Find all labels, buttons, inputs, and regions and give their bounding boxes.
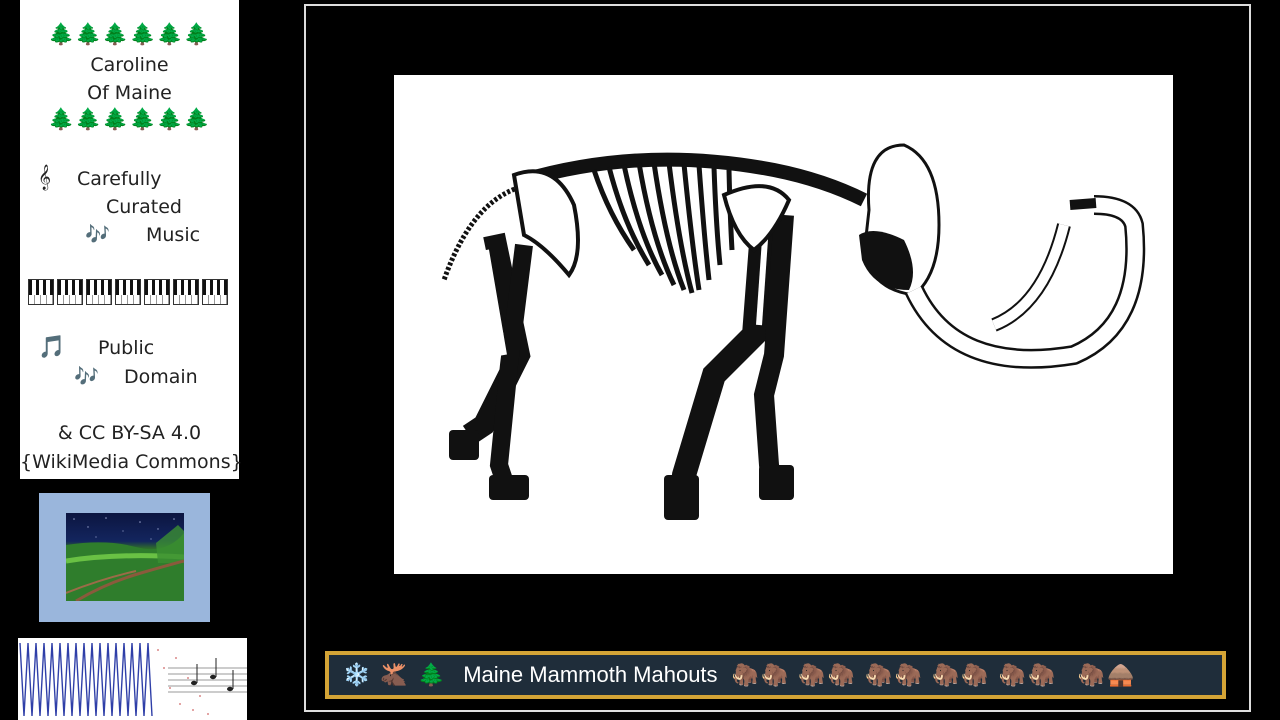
mammoth-icon: 🦣 (865, 662, 893, 688)
tree-icon: 🌲 (417, 662, 446, 688)
landscape-thumbnail-frame (39, 493, 210, 622)
mammoth-icon: 🦣 (760, 662, 789, 688)
curated-text-1: Carefully (77, 168, 162, 190)
license-text-4: {WikiMedia Commons} (20, 451, 243, 473)
curated-text-2: Curated (106, 196, 182, 218)
mammoth-icon: 🦣 (1028, 662, 1056, 688)
mammoth-skeleton-illustration (394, 75, 1173, 574)
music-notes-icon-2: 🎶 (74, 364, 99, 388)
mammoth-icon: 🦣 (798, 662, 826, 688)
channel-name-line1: Caroline (90, 54, 169, 76)
piano-keys-decoration (28, 279, 234, 305)
title-banner: ❄️ 🫎 🌲 Maine Mammoth Mahouts 🦣 🦣 🦣 🦣 🦣 🦣 🦣 🦣 🦣 🦣 … (325, 651, 1226, 699)
mammoth-icon: 🦣 (961, 662, 989, 688)
mammoth-icon: 🦣 (894, 662, 922, 688)
mammoth-icon: 🦣 (827, 662, 856, 688)
mammoth-icon-row: 🦣 🦣 🦣 🦣 🦣 🦣 🦣 🦣 🦣 🦣 (732, 663, 1056, 688)
snowflake-icon: ❄️ (343, 662, 371, 688)
license-text-3: & CC BY-SA 4.0 (57, 422, 202, 444)
mammoth-icon: 🦣 (931, 662, 960, 688)
hut-icon: 🛖 (1107, 662, 1135, 688)
tree-row-top: 🌲🌲🌲🌲🌲🌲 (48, 22, 211, 46)
title-banner-inner: ❄️ 🫎 🌲 Maine Mammoth Mahouts 🦣 🦣 🦣 🦣 🦣 🦣 🦣 🦣 🦣 🦣 … (329, 655, 1222, 695)
landscape-thumbnail (66, 513, 184, 601)
channel-name-line2: Of Maine (87, 82, 172, 104)
mammoth-icon: 🦣 (998, 662, 1027, 688)
tree-row-bottom: 🌲🌲🌲🌲🌲🌲 (48, 107, 211, 131)
waveform-sheet-music-decoration (18, 638, 247, 720)
mammoth-icon: 🦣 (731, 662, 759, 688)
music-note-icon: 🎵 (38, 335, 66, 360)
mammoth-icon-end: 🦣 (1077, 662, 1106, 688)
curated-text-3: Music (146, 224, 201, 246)
license-text-1: Public (98, 337, 155, 359)
treble-clef-icon: 𝄞 (38, 165, 52, 190)
channel-info-card: 🌲🌲🌲🌲🌲🌲 Caroline Of Maine 🌲🌲🌲🌲🌲🌲 𝄞 Carefu… (20, 0, 243, 479)
license-text-2: Domain (124, 366, 198, 388)
moose-icon: 🫎 (380, 662, 408, 688)
music-notes-icon: 🎶 (85, 222, 110, 246)
banner-title: Maine Mammoth Mahouts (463, 662, 718, 687)
